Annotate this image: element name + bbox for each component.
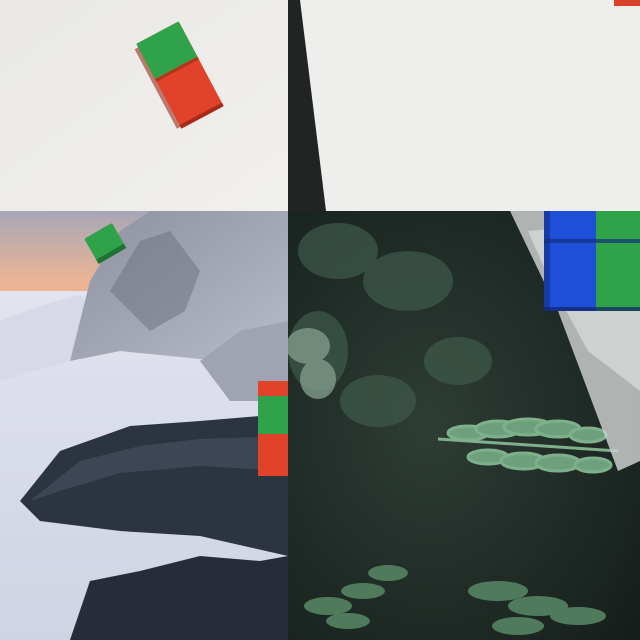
mountain-photo	[0, 211, 288, 640]
lego-brick-photo	[0, 0, 288, 211]
white-background	[0, 0, 288, 211]
tile-snowy-mountain	[0, 211, 288, 640]
tile-lego-brick-white	[0, 0, 288, 211]
tile-forest-ferns	[288, 211, 640, 640]
forest-photo	[288, 211, 640, 640]
red-green-brick-edge	[258, 381, 288, 476]
tile-white-surface	[288, 0, 640, 211]
white-paper	[300, 0, 640, 211]
white-surface-photo	[288, 0, 640, 211]
image-collage: { "tiles": [ {"id": "top-left", "subject…	[0, 0, 640, 640]
blue-green-brick	[544, 211, 640, 311]
brick-corner	[614, 0, 640, 6]
